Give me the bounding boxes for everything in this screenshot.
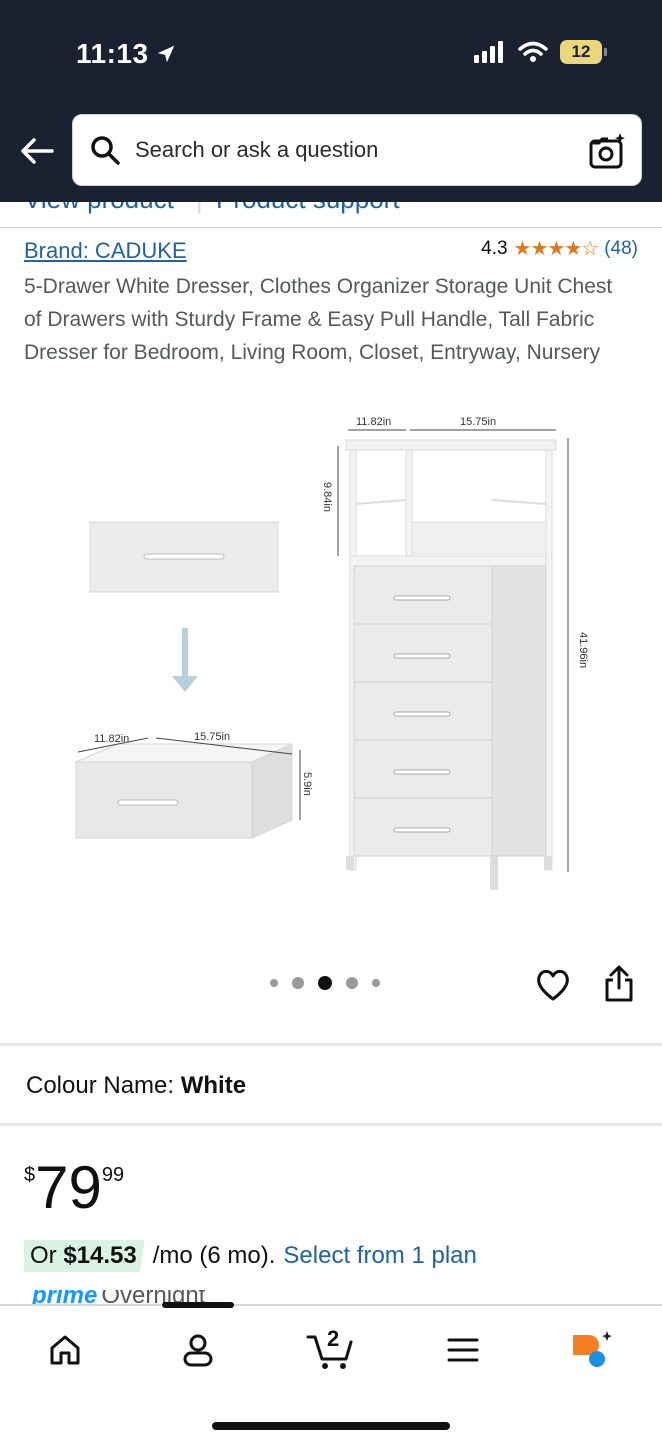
brand-link[interactable]: Brand: CADUKE: [24, 238, 187, 264]
home-indicator[interactable]: [212, 1422, 450, 1430]
scroll-handle: [162, 1302, 234, 1308]
product-title: 5-Drawer White Dresser, Clothes Organize…: [24, 275, 613, 364]
search-bar[interactable]: Search or ask a question: [72, 114, 642, 186]
colour-value: White: [180, 1072, 247, 1099]
nav-account[interactable]: [174, 1328, 222, 1372]
search-input[interactable]: Search or ask a question: [135, 137, 378, 163]
rating-count[interactable]: (48): [604, 238, 638, 260]
tab-view-product[interactable]: View product: [24, 202, 174, 215]
drawer-width-label: 15.75in: [194, 731, 230, 743]
drawer-height-label: 5.9in: [301, 772, 313, 796]
user-icon: [183, 1334, 213, 1367]
heart-icon[interactable]: [534, 966, 572, 1004]
price-symbol: $: [24, 1164, 36, 1186]
cart-count: 2: [327, 1326, 340, 1351]
nav-home[interactable]: [41, 1328, 89, 1372]
battery-level: 12: [571, 42, 591, 61]
installment-or: Or: [30, 1242, 64, 1269]
tab-separator: |: [196, 202, 203, 215]
status-icons: 12: [474, 40, 607, 64]
price: $ 79 99: [24, 1156, 124, 1220]
rufus-assistant-icon: [573, 1331, 612, 1367]
image-carousel-dots[interactable]: [270, 976, 380, 990]
carousel-dot[interactable]: [292, 977, 304, 989]
dresser-depth-label: 11.82in: [356, 416, 391, 428]
search-icon: [91, 136, 120, 165]
nav-cart[interactable]: 2: [305, 1326, 357, 1372]
star-rating-icon: ★★★★☆: [513, 238, 600, 260]
carousel-dot[interactable]: [270, 979, 278, 987]
location-arrow-icon: [157, 45, 174, 63]
tab-product-support[interactable]: Product support: [216, 202, 400, 215]
installment-plan: Or $14.53 /mo (6 mo). Select from 1 plan: [24, 1240, 477, 1272]
carousel-dot[interactable]: [346, 977, 358, 989]
carousel-dot-active[interactable]: [318, 976, 332, 990]
shelf-height-label: 9.84in: [321, 482, 333, 512]
carousel-dot[interactable]: [372, 979, 380, 987]
camera-lens-icon[interactable]: [587, 131, 627, 171]
price-fraction: 99: [101, 1164, 125, 1186]
home-icon: [50, 1335, 80, 1365]
product-image[interactable]: 11.82in 15.75in 5.9in 11.82in 15.75in 9.…: [60, 410, 620, 900]
drawer-box-illustration: [75, 743, 293, 839]
dresser-illustration: [345, 439, 557, 890]
battery-indicator: 12: [560, 40, 607, 64]
bottom-navigation: 2: [0, 1302, 662, 1440]
rating-summary[interactable]: 4.3 ★★★★☆ (48): [481, 236, 638, 261]
installment-badge: Or $14.53: [24, 1240, 145, 1272]
drawer-front-illustration: [89, 521, 279, 593]
divider: [0, 1123, 662, 1126]
menu-icon: [447, 1338, 479, 1362]
status-time-text: 11:13: [76, 38, 149, 69]
nav-menu[interactable]: [439, 1328, 487, 1372]
status-time: 11:13: [76, 38, 177, 70]
installment-term: /mo (6 mo).: [152, 1242, 276, 1269]
back-arrow-icon[interactable]: [18, 132, 56, 170]
colour-selector[interactable]: Colour Name: White: [26, 1072, 246, 1100]
drawer-depth-label: 11.82in: [94, 733, 129, 745]
app-header: 11:13 12 Search or ask a question: [0, 0, 662, 202]
arrow-down-icon: [172, 628, 198, 692]
colour-label: Colour Name:: [26, 1072, 175, 1099]
rating-value: 4.3: [481, 237, 508, 259]
nav-rufus[interactable]: [567, 1328, 615, 1372]
share-icon[interactable]: [600, 964, 638, 1004]
signal-icon: [474, 41, 503, 63]
dresser-width-label: 15.75in: [460, 416, 496, 428]
installment-amount: $14.53: [63, 1242, 137, 1269]
product-tabs-remnant: View product | Product support: [0, 202, 662, 228]
price-whole: 79: [35, 1154, 102, 1221]
divider: [0, 1043, 662, 1046]
wifi-icon: [518, 41, 548, 62]
select-plan-link[interactable]: Select from 1 plan: [283, 1242, 476, 1270]
total-height-label: 41.96in: [577, 632, 589, 668]
